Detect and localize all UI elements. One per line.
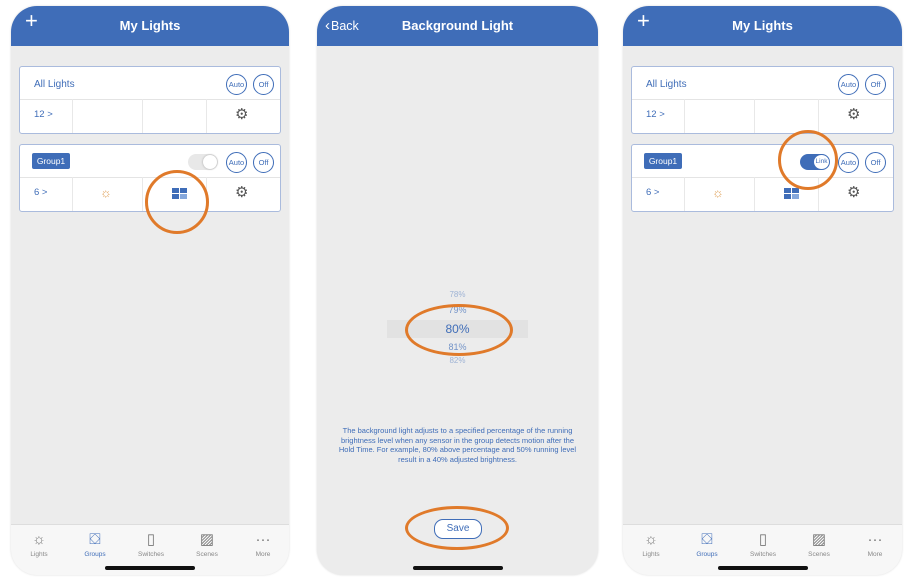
tab-label: Scenes <box>196 551 218 558</box>
sun-icon: ☼ <box>644 531 658 548</box>
page-title: My Lights <box>732 18 793 33</box>
gear-icon[interactable]: ⚙ <box>235 183 248 201</box>
divider <box>20 99 280 100</box>
tab-groups[interactable]: ⛋ Groups <box>687 531 727 558</box>
highlight-ring <box>145 170 209 234</box>
tab-label: More <box>867 551 883 558</box>
auto-button[interactable]: Auto <box>838 74 859 95</box>
divider <box>818 99 819 133</box>
tab-label: Switches <box>749 551 776 558</box>
nav-bar: + My Lights <box>11 6 289 46</box>
highlight-ring <box>405 506 509 550</box>
tab-scenes[interactable]: ▨ Scenes <box>187 531 227 558</box>
tab-switches[interactable]: ▯ Switches <box>131 531 171 558</box>
all-lights-card: All Lights Auto Off 12 > ⚙ <box>19 66 281 134</box>
gear-icon[interactable]: ⚙ <box>847 183 860 201</box>
auto-button[interactable]: Auto <box>838 152 859 173</box>
tab-label: Scenes <box>808 551 830 558</box>
off-button[interactable]: Off <box>865 152 886 173</box>
tab-groups[interactable]: ⛋ Groups <box>75 531 115 558</box>
divider <box>684 177 685 211</box>
groups-icon: ⛋ <box>89 531 101 548</box>
gear-icon[interactable]: ⚙ <box>847 105 860 123</box>
scenes-icon: ▨ <box>811 531 827 548</box>
nav-bar: ‹Back Background Light <box>317 6 598 46</box>
highlight-ring <box>778 130 838 190</box>
light-count-link[interactable]: 12 > <box>34 109 53 120</box>
grid-cell <box>792 188 799 193</box>
tab-scenes[interactable]: ▨ Scenes <box>799 531 839 558</box>
tab-bar: ☼ Lights ⛋ Groups ▯ Switches ▨ Scenes ··· Mor… <box>623 524 902 575</box>
tab-lights[interactable]: ☼ Lights <box>631 531 671 558</box>
auto-button[interactable]: Auto <box>226 152 247 173</box>
my-lights-linked-screen: + My Lights All Lights Auto Off 12 > ⚙ G… <box>623 6 902 575</box>
divider <box>142 177 143 211</box>
tab-lights[interactable]: ☼ Lights <box>19 531 59 558</box>
group-name-chip[interactable]: Group1 <box>32 153 70 169</box>
divider <box>754 99 755 133</box>
group-count-link[interactable]: 6 > <box>34 187 47 198</box>
my-lights-screen: + My Lights All Lights Auto Off 12 > ⚙ G… <box>11 6 289 575</box>
divider <box>72 177 73 211</box>
all-lights-label: All Lights <box>646 79 687 90</box>
groups-icon: ⛋ <box>701 531 713 548</box>
home-indicator <box>105 566 195 570</box>
grid-cell <box>792 194 799 199</box>
scenes-icon: ▨ <box>199 531 215 548</box>
page-title: Background Light <box>401 18 514 33</box>
all-lights-card: All Lights Auto Off 12 > ⚙ <box>631 66 894 134</box>
all-lights-label: All Lights <box>34 79 75 90</box>
off-button[interactable]: Off <box>865 74 886 95</box>
tab-label: Switches <box>137 551 164 558</box>
divider <box>684 99 685 133</box>
switch-icon: ▯ <box>758 531 768 548</box>
grid-cell <box>784 194 791 199</box>
tab-switches[interactable]: ▯ Switches <box>743 531 783 558</box>
more-icon: ··· <box>255 531 271 548</box>
divider <box>20 177 280 178</box>
page-title: My Lights <box>119 18 181 33</box>
brightness-icon[interactable]: ☼ <box>712 185 724 200</box>
background-light-explanation: The background light adjusts to a specif… <box>338 426 577 464</box>
divider <box>632 177 893 178</box>
divider <box>142 99 143 133</box>
nav-bar: + My Lights <box>623 6 902 46</box>
tab-label: Groups <box>696 551 718 558</box>
link-toggle[interactable] <box>188 154 218 170</box>
more-icon: ··· <box>867 531 883 548</box>
gear-icon[interactable]: ⚙ <box>235 105 248 123</box>
off-button[interactable]: Off <box>253 152 274 173</box>
group-name-chip[interactable]: Group1 <box>644 153 682 169</box>
off-button[interactable]: Off <box>253 74 274 95</box>
auto-button[interactable]: Auto <box>226 74 247 95</box>
background-light-screen: ‹Back Background Light 78% 79% 80% 81% 8… <box>317 6 598 575</box>
group-count-link[interactable]: 6 > <box>646 187 659 198</box>
background-light-icon[interactable] <box>784 188 799 200</box>
brightness-icon[interactable]: ☼ <box>100 185 112 200</box>
divider <box>754 177 755 211</box>
sun-icon: ☼ <box>32 531 46 548</box>
tab-more[interactable]: ··· More <box>243 531 283 558</box>
light-count-link[interactable]: 12 > <box>646 109 665 120</box>
tab-more[interactable]: ··· More <box>855 531 895 558</box>
divider <box>206 99 207 133</box>
divider <box>632 99 893 100</box>
toggle-knob <box>203 155 217 169</box>
switch-icon: ▯ <box>146 531 156 548</box>
grid-cell <box>784 188 791 193</box>
tab-label: More <box>255 551 271 558</box>
home-indicator <box>717 566 808 570</box>
tab-label: Lights <box>30 551 48 558</box>
highlight-ring <box>405 304 513 356</box>
tab-label: Lights <box>642 551 660 558</box>
tab-bar: ☼ Lights ⛋ Groups ▯ Switches ▨ Scenes ··· Mor… <box>11 524 289 575</box>
picker-option[interactable]: 78% <box>387 290 528 299</box>
home-indicator <box>412 566 503 570</box>
tab-label: Groups <box>84 551 106 558</box>
picker-option[interactable]: 82% <box>387 356 528 365</box>
group-card: Group1 Link Auto Off 6 > ☼ ⚙ <box>631 144 894 212</box>
divider <box>72 99 73 133</box>
